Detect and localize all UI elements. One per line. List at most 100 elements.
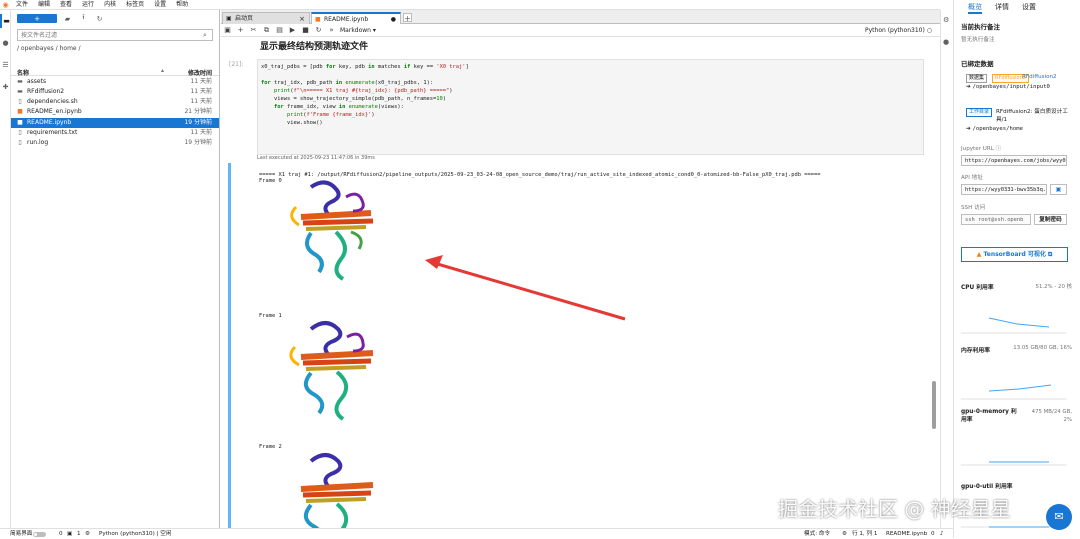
copy-icon[interactable]: ⧉ <box>262 26 271 35</box>
code-line: view.show() <box>261 120 323 126</box>
notebook-scrollbar[interactable] <box>932 381 936 429</box>
chat-icon: ✉ <box>1054 510 1064 523</box>
folder-icon: ▬ <box>17 88 23 95</box>
column-name[interactable]: 名称 <box>17 68 29 77</box>
workspace-badge: 工作目录 <box>966 108 993 117</box>
file-item-readme[interactable]: ■ README.ipynb 19 分钟前 <box>11 118 219 128</box>
column-modified[interactable]: 修改时间 <box>188 68 212 77</box>
metric-gpu-util-title: gpu-0-util 利用率 <box>961 484 1013 490</box>
commands-icon[interactable]: ☰ <box>0 58 11 72</box>
input-prompt: [21]: <box>229 61 244 68</box>
folder-icon[interactable]: ▬ <box>0 14 11 28</box>
workspace-path: ➔ /openbayes/home <box>966 126 1023 132</box>
file-icon: ▯ <box>18 98 22 105</box>
refresh-icon[interactable]: ↻ <box>95 14 104 23</box>
code-line: for frame_idx, view in enumerate(views): <box>273 104 404 110</box>
dataset-badge: 数据集 <box>966 74 988 83</box>
extension-icon[interactable]: ✚ <box>0 80 11 94</box>
metric-cpu-title: CPU 利用率 <box>961 285 994 291</box>
add-cell-icon[interactable]: + <box>236 26 245 35</box>
file-icon: ▯ <box>18 139 22 146</box>
file-filter-input[interactable] <box>17 29 213 41</box>
open-link-icon[interactable]: ▣ <box>1050 184 1067 195</box>
breadcrumb[interactable]: / openbayes / home / <box>17 45 81 52</box>
code-line: print(f"\n===== X1 traj #{traj_idx}: {pd… <box>273 88 453 94</box>
cpu-sparkline <box>961 317 1067 334</box>
cut-icon[interactable]: ✂ <box>249 26 258 35</box>
paste-icon[interactable]: ▤ <box>275 26 284 35</box>
tab-bar: ▣ 启动页 × ■ README.ipynb ● + <box>221 10 940 24</box>
menu-file[interactable]: 文件 <box>11 0 33 10</box>
main-area: ▣ 启动页 × ■ README.ipynb ● + ▣ + ✂ ⧉ ▤ ▶ ■… <box>221 10 940 528</box>
api-label: API 地址 <box>961 175 983 181</box>
chevron-down-icon: ▾ <box>372 27 376 34</box>
code-line: x0_traj_pdbs = [pdb for key, pdb in matc… <box>261 64 469 70</box>
code-cell-input[interactable]: x0_traj_pdbs = [pdb for key, pdb in matc… <box>257 59 924 155</box>
metric-gpu-memory-value: 475 MB/24 GB, 2% <box>1031 409 1072 423</box>
file-item-requirements[interactable]: ▯ requirements.txt 11 天前 <box>11 128 219 138</box>
watermark: 掘金技术社区 @ 神经星星 <box>778 497 1011 521</box>
kernel-status-icon: ○ <box>926 27 932 34</box>
frame-label: Frame 0 <box>259 178 282 184</box>
save-icon[interactable]: ▣ <box>223 26 232 35</box>
notebook-area: 显示最终结构预测轨迹文件 [21]: x0_traj_pdbs = [pdb f… <box>221 37 940 528</box>
menu-edit[interactable]: 编辑 <box>33 0 55 10</box>
file-item-rfdiffusion2[interactable]: ▬ RFdiffusion2 11 天前 <box>11 87 219 97</box>
code-line: print(f'Frame {frame_idx}') <box>286 112 375 118</box>
frame-label: Frame 2 <box>259 444 282 450</box>
file-item-assets[interactable]: ▬ assets 11 天前 <box>11 77 219 87</box>
restart-icon[interactable]: ↻ <box>314 26 323 35</box>
activity-bar: ▬ ● ☰ ✚ <box>0 10 11 528</box>
dataset-name[interactable]: RFdiffusion2 <box>1022 74 1057 80</box>
upload-icon[interactable]: ⭱ <box>79 13 88 23</box>
info-icon[interactable]: ● <box>943 38 952 47</box>
ssh-command-field[interactable]: ssh root@ssh.openb <box>961 214 1031 225</box>
menu-view[interactable]: 查看 <box>55 0 77 10</box>
copy-password-button[interactable]: 复制密码 <box>1034 214 1067 225</box>
kernel-indicator[interactable]: Python (python310) ○ <box>865 26 932 35</box>
fast-forward-icon[interactable]: » <box>327 26 336 35</box>
protein-structure-frame-1 <box>289 321 374 421</box>
tab-settings[interactable]: 设置 <box>1022 3 1036 12</box>
jupyter-url-label: Jupyter URL ⓘ <box>961 146 1002 152</box>
dataset-path: ➔ /openbayes/input/input0 <box>966 84 1050 90</box>
stop-icon[interactable]: ■ <box>301 26 310 35</box>
menu-kernel[interactable]: 内核 <box>99 0 121 10</box>
menu-run[interactable]: 运行 <box>77 0 99 10</box>
simple-mode-toggle[interactable] <box>33 532 46 537</box>
file-icon: ▯ <box>18 129 22 136</box>
tab-readme[interactable]: ■ README.ipynb ● <box>311 12 401 24</box>
folder-icon: ▬ <box>17 78 23 85</box>
file-item-runlog[interactable]: ▯ run.log 19 分钟前 <box>11 138 219 148</box>
tensorboard-button[interactable]: ▲ TensorBoard 可视化 ⧉ <box>961 247 1068 262</box>
menu-help[interactable]: 帮助 <box>171 0 193 10</box>
running-icon[interactable]: ● <box>0 36 11 50</box>
menu-tabs[interactable]: 标签页 <box>121 0 149 10</box>
openbayes-panel: 概览 详情 设置 当前执行备注 暂无执行备注 已绑定数据 数据集 RFdiffu… <box>953 0 1080 538</box>
external-link-icon: ⧉ <box>1047 251 1053 258</box>
workspace-name: RFdiffusion2: 蛋白质设计工具/1 <box>996 109 1068 123</box>
add-tab-button[interactable]: + <box>403 13 412 23</box>
run-icon[interactable]: ▶ <box>288 26 297 35</box>
notebook-toolbar: ▣ + ✂ ⧉ ▤ ▶ ■ ↻ » Markdown ▾ Python (pyt… <box>221 24 940 37</box>
search-icon: ⌕ <box>203 31 207 39</box>
new-launcher-button[interactable]: + <box>17 14 57 23</box>
tab-overview[interactable]: 概览 <box>968 3 982 14</box>
notebook-icon: ■ <box>17 119 23 126</box>
tab-details[interactable]: 详情 <box>995 3 1009 12</box>
jupyter-url-field[interactable]: https://openbayes.com/jobs/wyy033 <box>961 155 1067 166</box>
new-folder-icon[interactable]: ▰ <box>63 14 72 23</box>
settings-gear-icon[interactable]: ⚙ <box>943 16 952 25</box>
menu-settings[interactable]: 设置 <box>149 0 171 10</box>
markdown-heading: 显示最终结构预测轨迹文件 <box>260 42 369 52</box>
api-url-field[interactable]: https://wyy0331-bwv35b3q. <box>961 184 1047 195</box>
file-item-readme-en[interactable]: ■ README_en.ipynb 21 分钟前 <box>11 107 219 117</box>
protein-structure-frame-0 <box>290 180 374 281</box>
bound-data-title: 已绑定数据 <box>961 60 994 68</box>
active-cell-bar[interactable] <box>228 163 231 528</box>
help-chat-button[interactable]: ✉ <box>1046 504 1072 530</box>
file-item-dependencies[interactable]: ▯ dependencies.sh 11 天前 <box>11 97 219 107</box>
file-browser: + ▰ ⭱ ↻ ⌕ / openbayes / home / 名称 ▴ 修改时间… <box>11 10 220 528</box>
tab-launcher[interactable]: ▣ 启动页 × <box>222 12 310 24</box>
cell-type-select[interactable]: Markdown ▾ <box>340 26 376 35</box>
